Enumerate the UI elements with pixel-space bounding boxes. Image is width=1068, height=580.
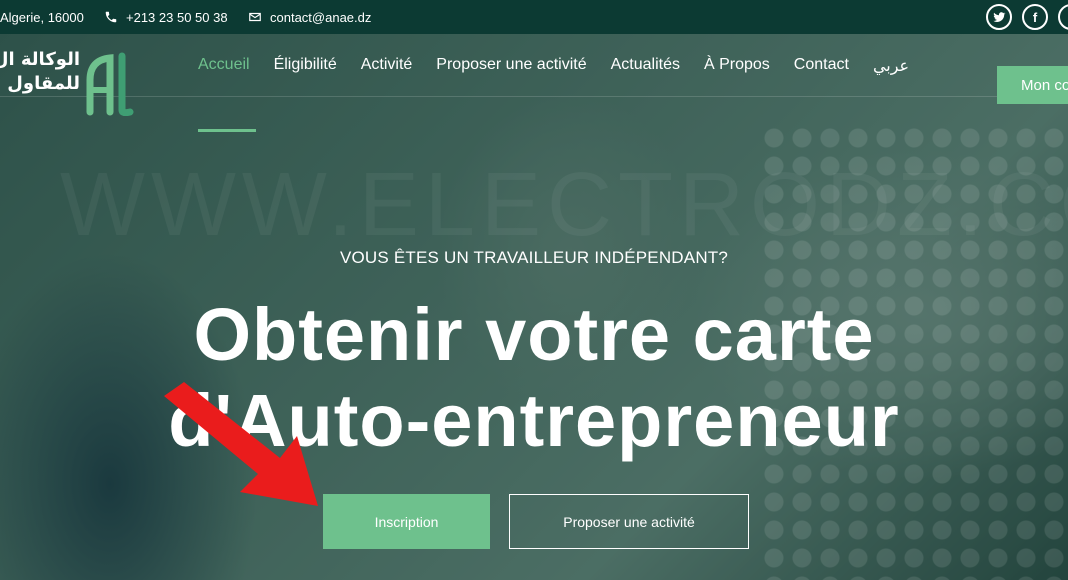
phone[interactable]: +213 23 50 50 38 — [104, 0, 228, 34]
address-text: Algerie, 16000 — [0, 9, 84, 25]
nav-activite[interactable]: Activité — [361, 56, 413, 74]
nav-active-underline — [198, 129, 256, 132]
propose-activity-button[interactable]: Proposer une activité — [509, 494, 749, 549]
account-button[interactable]: Mon co — [997, 66, 1068, 104]
twitter-icon[interactable] — [986, 4, 1012, 30]
nav-eligibilite[interactable]: Éligibilité — [274, 56, 337, 74]
main-nav: Accueil Éligibilité Activité Proposer un… — [198, 34, 933, 96]
logo-line-1: الوكالة ال — [0, 49, 80, 70]
address: Algerie, 16000 — [0, 0, 84, 34]
phone-text: +213 23 50 50 38 — [126, 9, 228, 25]
nav-divider — [0, 96, 1068, 97]
nav-accueil[interactable]: Accueil — [198, 56, 250, 74]
nav-actualites[interactable]: Actualités — [611, 56, 680, 74]
envelope-icon — [249, 12, 261, 22]
watermark: WWW.ELECTRODZ.COM — [60, 155, 1068, 255]
hero-subtitle: VOUS ÊTES UN TRAVAILLEUR INDÉPENDANT? — [339, 248, 729, 267]
instagram-icon[interactable]: i — [1058, 4, 1068, 30]
headline-line-1: Obtenir votre carte — [193, 293, 875, 376]
facebook-icon[interactable]: f — [1022, 4, 1048, 30]
email-text: contact@anae.dz — [270, 9, 372, 25]
nav-language-arabic[interactable]: عربي — [873, 56, 909, 75]
logo-line-2: للمقاول — [7, 73, 80, 94]
nav-a-propos[interactable]: À Propos — [704, 56, 770, 74]
email[interactable]: contact@anae.dz — [248, 0, 371, 34]
nav-proposer-activite[interactable]: Proposer une activité — [436, 56, 586, 74]
annotation-arrow-icon — [164, 382, 318, 506]
top-bar: Algerie, 16000 +213 23 50 50 38 contact@… — [0, 0, 1068, 34]
nav-contact[interactable]: Contact — [794, 56, 849, 74]
logo-text[interactable]: الوكالة ال للمقاول — [0, 48, 80, 96]
phone-icon — [105, 11, 117, 23]
logo-mark-icon[interactable] — [86, 52, 140, 116]
